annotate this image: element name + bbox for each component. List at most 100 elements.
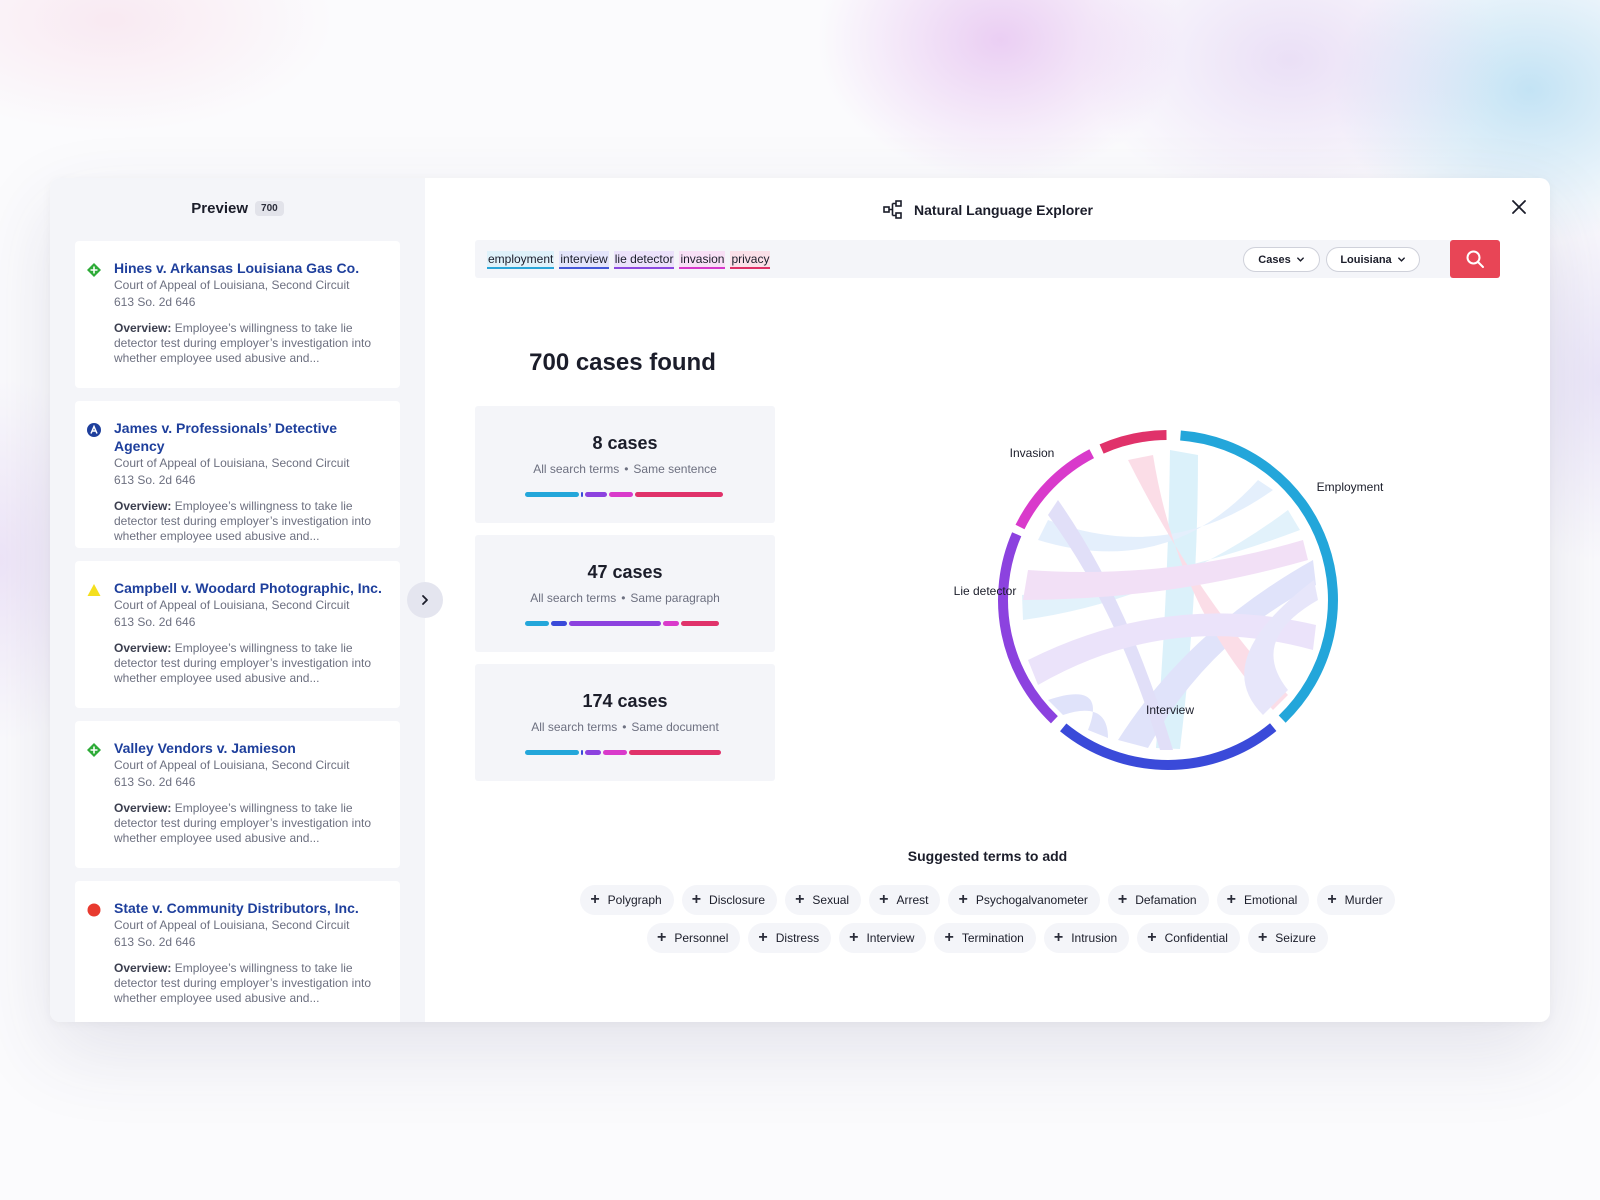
plus-icon: +: [944, 929, 954, 946]
case-card[interactable]: Valley Vendors v. Jamieson Court of Appe…: [75, 721, 400, 868]
chord-label-employment: Employment: [1317, 480, 1384, 494]
plus-icon: +: [795, 891, 805, 908]
suggested-term-chip[interactable]: + Arrest: [869, 885, 941, 915]
case-title[interactable]: Valley Vendors v. Jamieson: [114, 739, 382, 757]
search-term-interview[interactable]: interview: [559, 251, 609, 269]
suggested-term-chip[interactable]: + Murder: [1317, 885, 1395, 915]
suggested-term-label: Intrusion: [1071, 931, 1118, 945]
search-term-employment[interactable]: employment: [487, 251, 555, 269]
plus-icon: +: [1147, 929, 1157, 946]
case-title[interactable]: Hines v. Arkansas Louisiana Gas Co.: [114, 259, 382, 277]
case-card[interactable]: Campbell v. Woodard Photographic, Inc. C…: [75, 561, 400, 708]
suggested-term-chip[interactable]: + Personnel: [647, 923, 741, 953]
case-card[interactable]: James v. Professionals’ Detective Agency…: [75, 401, 400, 548]
suggested-term-label: Arrest: [896, 893, 929, 907]
suggested-row-2: + Personnel + Distress + Interview + Terminatio…: [475, 923, 1500, 953]
case-title[interactable]: Campbell v. Woodard Photographic, Inc.: [114, 579, 382, 597]
case-overview: Overview: Employee’s willingness to take…: [114, 641, 382, 686]
suggested-row-1: + Polygraph + Disclosure + Sexual + Arrest + Psyc…: [475, 885, 1500, 915]
type-filter-value: Cases: [1258, 253, 1291, 266]
a-circle-icon: [87, 423, 101, 437]
warning-triangle-icon: [87, 584, 101, 596]
stat-distribution-bar: [525, 750, 725, 755]
stat-card[interactable]: 8 cases All search terms • Same sentence: [475, 406, 775, 523]
stat-card[interactable]: 174 cases All search terms • Same document: [475, 664, 775, 781]
type-filter-dropdown[interactable]: Cases: [1243, 247, 1320, 272]
stat-distribution-bar: [525, 492, 725, 497]
search-term-invasion[interactable]: invasion: [679, 251, 726, 269]
search-terms[interactable]: employment interview lie detector invasi…: [487, 251, 771, 269]
preview-panel: Preview 700 Hines v. Arkansas Louisiana …: [50, 178, 425, 1022]
plus-icon: +: [1226, 891, 1236, 908]
bar-seg-invasion: [663, 621, 679, 626]
case-overview: Overview: Employee’s willingness to take…: [114, 321, 382, 366]
plus-icon: +: [958, 891, 968, 908]
suggested-term-label: Defamation: [1135, 893, 1197, 907]
stat-level: Same document: [631, 720, 719, 734]
bar-seg-privacy: [635, 492, 723, 497]
suggested-term-label: Disclosure: [709, 893, 766, 907]
plus-icon: +: [1327, 891, 1337, 908]
case-card[interactable]: State v. Community Distributors, Inc. Co…: [75, 881, 400, 1022]
case-court: Court of Appeal of Louisiana, Second Cir…: [114, 278, 350, 292]
case-citation: 613 So. 2d 646: [114, 295, 196, 309]
suggested-term-chip[interactable]: + Interview: [839, 923, 927, 953]
chevron-down-icon: [1296, 257, 1304, 262]
search-button[interactable]: [1450, 240, 1500, 278]
bar-seg-employment: [525, 750, 579, 755]
close-button[interactable]: [1508, 196, 1530, 218]
case-citation: 613 So. 2d 646: [114, 775, 196, 789]
suggested-term-chip[interactable]: + Seizure: [1247, 923, 1328, 953]
suggested-term-chip[interactable]: + Confidential: [1137, 923, 1240, 953]
bar-seg-invasion: [603, 750, 627, 755]
suggested-term-chip[interactable]: + Emotional: [1216, 885, 1310, 915]
suggested-term-chip[interactable]: + Termination: [934, 923, 1036, 953]
case-court: Court of Appeal of Louisiana, Second Cir…: [114, 456, 350, 470]
bar-seg-lie-detector: [585, 750, 601, 755]
suggested-term-chip[interactable]: + Distress: [748, 923, 832, 953]
bar-seg-lie-detector: [585, 492, 607, 497]
suggested-term-label: Sexual: [812, 893, 850, 907]
suggested-term-chip[interactable]: + Intrusion: [1043, 923, 1130, 953]
bar-seg-privacy: [629, 750, 721, 755]
stat-scope: All search terms: [533, 462, 620, 476]
explorer-window: Preview 700 Hines v. Arkansas Louisiana …: [50, 178, 1550, 1022]
case-title[interactable]: James v. Professionals’ Detective Agency: [114, 419, 382, 455]
stat-card[interactable]: 47 cases All search terms • Same paragraph: [475, 535, 775, 652]
case-citation: 613 So. 2d 646: [114, 935, 196, 949]
suggested-term-chip[interactable]: + Sexual: [785, 885, 862, 915]
suggested-term-chip[interactable]: + Disclosure: [681, 885, 778, 915]
overview-label: Overview:: [114, 321, 172, 335]
jurisdiction-filter-value: Louisiana: [1340, 253, 1392, 266]
case-card[interactable]: Hines v. Arkansas Louisiana Gas Co. Cour…: [75, 241, 400, 388]
plus-icon: +: [849, 929, 859, 946]
preview-header: Preview 700: [50, 200, 425, 217]
green-diamond-icon: [87, 263, 101, 277]
red-circle-icon: [87, 903, 101, 917]
case-title[interactable]: State v. Community Distributors, Inc.: [114, 899, 382, 917]
search-term-privacy[interactable]: privacy: [730, 251, 771, 269]
plus-icon: +: [1053, 929, 1064, 946]
suggested-term-chip[interactable]: + Polygraph: [580, 885, 674, 915]
bar-seg-lie-detector: [569, 621, 661, 626]
plus-icon: +: [1117, 891, 1128, 908]
search-bar[interactable]: employment interview lie detector invasi…: [475, 240, 1500, 278]
case-court: Court of Appeal of Louisiana, Second Cir…: [114, 758, 350, 772]
bar-seg-employment: [525, 621, 549, 626]
suggested-term-label: Interview: [866, 931, 915, 945]
arc-lie-detector: [998, 532, 1058, 724]
suggested-title: Suggested terms to add: [907, 848, 1068, 864]
suggested-term-chip[interactable]: + Defamation: [1107, 885, 1209, 915]
stat-distribution-bar: [525, 621, 725, 626]
expand-panel-button[interactable]: [407, 582, 443, 618]
bar-seg-interview: [551, 621, 567, 626]
suggested-term-label: Murder: [1344, 893, 1383, 907]
suggested-term-chip[interactable]: + Psychogalvanometer: [948, 885, 1100, 915]
jurisdiction-filter-dropdown[interactable]: Louisiana: [1326, 247, 1420, 272]
plus-icon: +: [590, 891, 600, 908]
case-citation: 613 So. 2d 646: [114, 473, 196, 487]
search-term-lie-detector[interactable]: lie detector: [613, 251, 675, 269]
stat-count: 8 cases: [592, 433, 658, 453]
stat-scope: All search terms: [530, 591, 617, 605]
preview-count-badge: 700: [255, 201, 284, 216]
